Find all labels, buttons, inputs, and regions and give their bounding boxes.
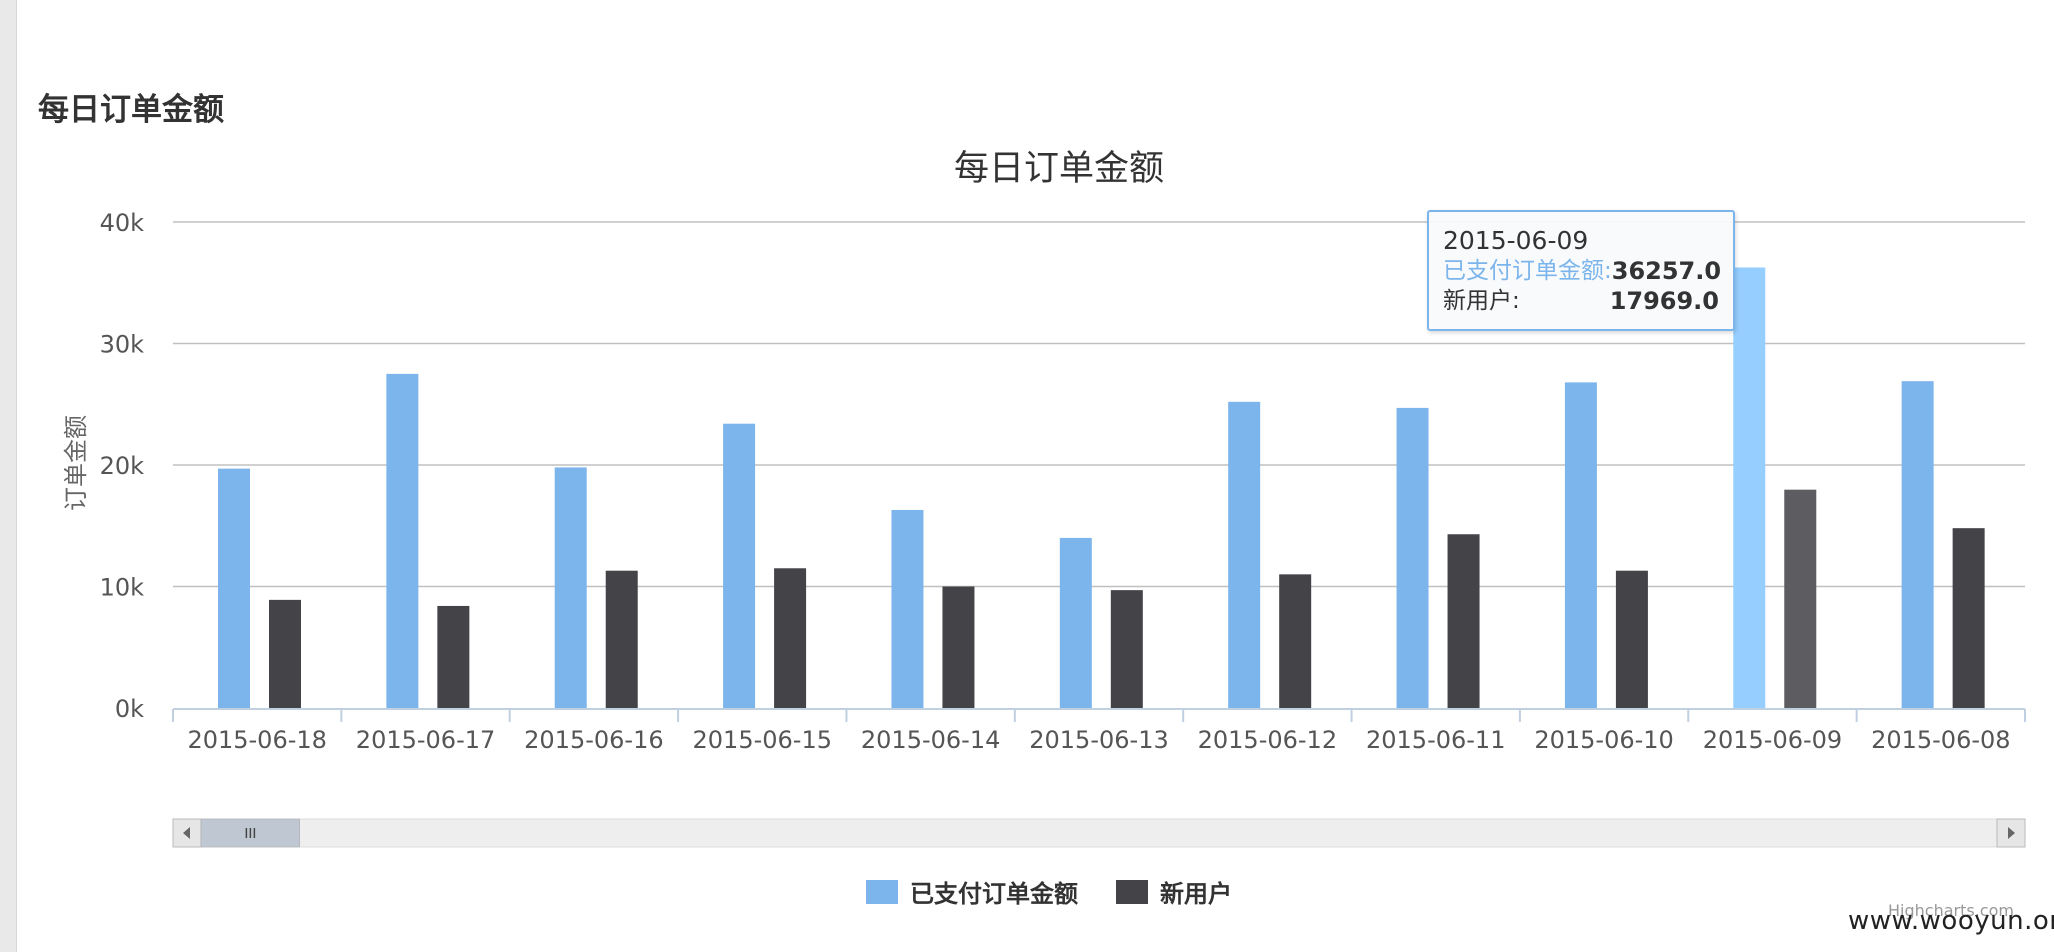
bar-paid-amount (1733, 267, 1766, 708)
bar-new-users (1784, 489, 1817, 708)
page: 每日订单金额 每日订单金额订单金额 0k 10k 20k 30k 40k 2015-06-1… (0, 0, 2054, 952)
tooltip-value-new-users: 17969.0 (1609, 287, 1719, 315)
bar-new-users (1447, 534, 1480, 708)
x-tick-label: 2015-06-11 (1366, 726, 1505, 754)
watermark-text: www.wooyun.org (1848, 906, 2054, 936)
chart-title: 每日订单金额 (954, 149, 1164, 189)
bar-chart: 每日订单金额订单金额 0k 10k 20k 30k 40k 2015-06-18 2015-0… (62, 149, 2026, 908)
tooltip-value-paid: 36257.0 (1611, 257, 1722, 285)
bar-new-users (1952, 528, 1985, 708)
bar-paid-amount (386, 373, 419, 708)
bar-paid-amount (1396, 407, 1429, 708)
x-tick-label: 2015-06-12 (1198, 726, 1337, 754)
tooltip-label-paid: 已支付订单金额: (1443, 258, 1612, 284)
tooltip-row-new-users: 新用户: 17969.0 (1443, 286, 1719, 316)
bar-new-users (269, 599, 301, 708)
legend-item-paid-amount[interactable]: 已支付订单金额 (910, 880, 1078, 908)
x-tick-label: 2015-06-18 (187, 726, 326, 754)
y-tick-label: 10k (100, 574, 145, 602)
bar-paid-amount (1901, 381, 1934, 708)
y-axis-label: 订单金额 (62, 415, 90, 511)
legend-swatch-new-users[interactable] (1116, 880, 1148, 904)
bar-paid-amount (723, 423, 756, 708)
bar-new-users (774, 568, 807, 708)
bar-new-users (437, 605, 470, 708)
bar-paid-amount (1228, 401, 1261, 708)
x-tick-label: 2015-06-08 (1871, 726, 2010, 754)
legend-swatch-paid-amount[interactable] (866, 880, 898, 904)
x-tick-label: 2015-06-09 (1703, 726, 1842, 754)
x-tick-label: 2015-06-13 (1029, 726, 1168, 754)
tooltip-row-paid: 已支付订单金额: 36257.0 (1443, 256, 1722, 286)
bar-paid-amount (891, 509, 924, 708)
bar-new-users (942, 586, 975, 708)
tooltip-label-new-users: 新用户: (1443, 288, 1520, 314)
x-tick-label: 2015-06-17 (356, 726, 495, 754)
x-tick-label: 2015-06-16 (524, 726, 663, 754)
bar-new-users (605, 570, 638, 708)
bar-paid-amount (218, 468, 250, 708)
x-tick-label: 2015-06-10 (1534, 726, 1673, 754)
x-tick-label: 2015-06-15 (693, 726, 832, 754)
legend-item-new-users[interactable]: 新用户 (1160, 880, 1232, 908)
bar-paid-amount (1564, 382, 1597, 708)
y-tick-label: 20k (100, 452, 145, 480)
y-tick-label: 30k (100, 331, 145, 359)
y-tick-label: 0k (115, 695, 144, 723)
y-tick-label: 40k (100, 209, 145, 237)
bar-paid-amount (1059, 537, 1092, 708)
tooltip-date: 2015-06-09 (1443, 226, 1589, 255)
bar-paid-amount (554, 467, 587, 708)
bar-new-users (1279, 574, 1312, 708)
scrollbar-track[interactable] (172, 818, 2026, 848)
chart-tooltip: 2015-06-09 已支付订单金额: 36257.0 新用户: 17969.0 (1427, 210, 1735, 331)
x-tick-label: 2015-06-14 (861, 726, 1000, 754)
bar-new-users (1110, 590, 1143, 708)
bar-new-users (1615, 570, 1648, 708)
